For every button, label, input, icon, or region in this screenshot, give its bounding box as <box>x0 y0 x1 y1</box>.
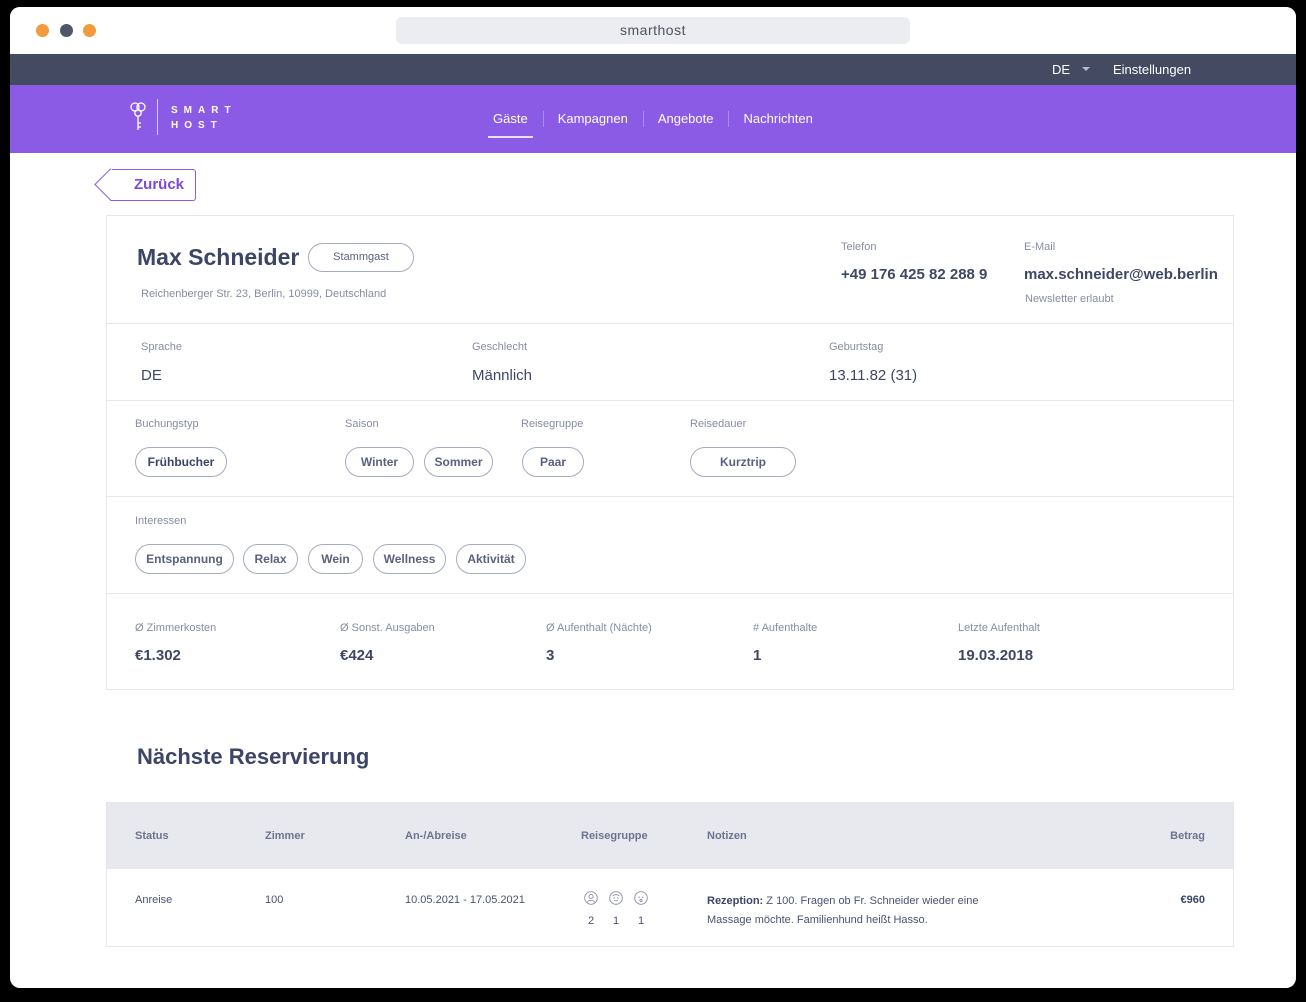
phone-value[interactable]: +49 176 425 82 288 9 <box>841 266 987 283</box>
season-label: Saison <box>345 418 379 430</box>
email-label: E-Mail <box>1024 241 1056 253</box>
stat-label: # Aufenthalte <box>753 622 818 634</box>
language-label: Sprache <box>141 341 182 353</box>
guest-profile-card: Max Schneider Stammgast Reichenberger St… <box>106 215 1234 690</box>
status-badge: Stammgast <box>308 243 414 272</box>
adult-icon <box>584 891 598 905</box>
tag-wellness[interactable]: Wellness <box>373 544 446 574</box>
interests-label: Interessen <box>135 515 187 527</box>
maximize-window-button[interactable] <box>83 24 96 37</box>
back-button[interactable]: Zurück <box>94 168 196 201</box>
stat-value: 1 <box>753 647 762 664</box>
nav-tabs: Gäste Kampagnen Angebote Nachrichten <box>478 85 828 153</box>
minimize-window-button[interactable] <box>60 24 73 37</box>
stat-value: €1.302 <box>135 647 181 664</box>
tag-entspannung[interactable]: Entspannung <box>135 544 234 574</box>
tag-fruehbucher[interactable]: Frühbucher <box>135 447 227 477</box>
stat-label: Letzte Aufenthalt <box>958 622 1040 634</box>
logo-line-2: HOST <box>171 120 223 131</box>
stat-value: 3 <box>546 647 555 664</box>
duration-label: Reisedauer <box>690 418 747 430</box>
stat-label: Ø Sonst. Ausgaben <box>340 622 435 634</box>
tag-paar[interactable]: Paar <box>522 447 584 477</box>
language-select[interactable]: DE <box>1052 54 1070 85</box>
table-header: Status Zimmer An-/Abreise Reisegruppe No… <box>107 803 1233 869</box>
adult-count: 2 <box>587 915 595 927</box>
cell-amount: €960 <box>1180 894 1205 906</box>
browser-window: smarthost DE Einstellungen SMART HOST Gä… <box>10 7 1296 988</box>
tag-winter[interactable]: Winter <box>345 447 414 477</box>
logo-line-1: SMART <box>171 105 237 116</box>
settings-link[interactable]: Einstellungen <box>1113 54 1191 85</box>
tag-aktivitaet[interactable]: Aktivität <box>456 544 526 574</box>
col-notes: Notizen <box>707 830 747 842</box>
reservation-table: Status Zimmer An-/Abreise Reisegruppe No… <box>106 802 1234 947</box>
baby-icon <box>634 891 648 905</box>
main-navbar: SMART HOST Gäste Kampagnen Angebote Nach… <box>10 85 1296 153</box>
booking-type-label: Buchungstyp <box>135 418 199 430</box>
title-bar: smarthost <box>10 7 1296 54</box>
cell-notes: Rezeption: Z 100. Fragen ob Fr. Schneide… <box>707 892 997 930</box>
logo[interactable]: SMART HOST <box>171 103 237 133</box>
baby-count: 1 <box>637 915 645 927</box>
key-icon <box>130 102 146 130</box>
stat-label: Ø Aufenthalt (Nächte) <box>546 622 652 634</box>
divider <box>107 593 1233 594</box>
phone-label: Telefon <box>841 241 877 253</box>
newsletter-note: Newsletter erlaubt <box>1025 293 1114 305</box>
email-value[interactable]: max.schneider@web.berlin <box>1024 266 1218 283</box>
tag-kurztrip[interactable]: Kurztrip <box>690 447 796 477</box>
col-dates: An-/Abreise <box>405 830 467 842</box>
col-room: Zimmer <box>265 830 305 842</box>
back-button-label: Zurück <box>134 176 185 193</box>
tag-wein[interactable]: Wein <box>308 544 363 574</box>
divider <box>107 323 1233 324</box>
close-window-button[interactable] <box>36 24 49 37</box>
back-arrow-shape <box>94 168 127 201</box>
cell-dates: 10.05.2021 - 17.05.2021 <box>405 894 525 906</box>
tag-sommer[interactable]: Sommer <box>424 447 493 477</box>
nav-item-kampagnen[interactable]: Kampagnen <box>542 110 643 128</box>
col-amount: Betrag <box>1170 830 1205 842</box>
logo-divider <box>157 99 158 135</box>
section-title: Nächste Reservierung <box>137 744 370 769</box>
stat-value: €424 <box>340 647 374 664</box>
guest-address: Reichenberger Str. 23, Berlin, 10999, De… <box>141 288 387 300</box>
divider <box>107 400 1233 401</box>
gender-value: Männlich <box>472 367 533 384</box>
child-count: 1 <box>612 915 620 927</box>
notes-prefix: Rezeption: <box>707 895 764 907</box>
address-bar[interactable]: smarthost <box>396 17 910 44</box>
stat-label: Ø Zimmerkosten <box>135 622 217 634</box>
birthday-value: 13.11.82 (31) <box>829 367 918 384</box>
guest-name: Max Schneider <box>137 244 300 270</box>
tag-relax[interactable]: Relax <box>243 544 298 574</box>
language-value: DE <box>141 367 162 384</box>
gender-label: Geschlecht <box>472 341 528 353</box>
col-travel-group: Reisegruppe <box>581 830 648 842</box>
travel-group-label: Reisegruppe <box>521 418 584 430</box>
nav-item-nachrichten[interactable]: Nachrichten <box>728 110 827 128</box>
chevron-down-icon[interactable] <box>1082 67 1090 71</box>
nav-item-angebote[interactable]: Angebote <box>642 110 729 128</box>
child-icon <box>609 891 623 905</box>
birthday-label: Geburtstag <box>829 341 884 353</box>
col-status: Status <box>135 830 169 842</box>
top-bar: DE Einstellungen <box>10 54 1296 85</box>
cell-status: Anreise <box>135 894 173 906</box>
cell-room: 100 <box>265 894 284 906</box>
stat-value: 19.03.2018 <box>958 647 1034 664</box>
divider <box>107 496 1233 497</box>
nav-item-gaeste[interactable]: Gäste <box>478 110 543 138</box>
